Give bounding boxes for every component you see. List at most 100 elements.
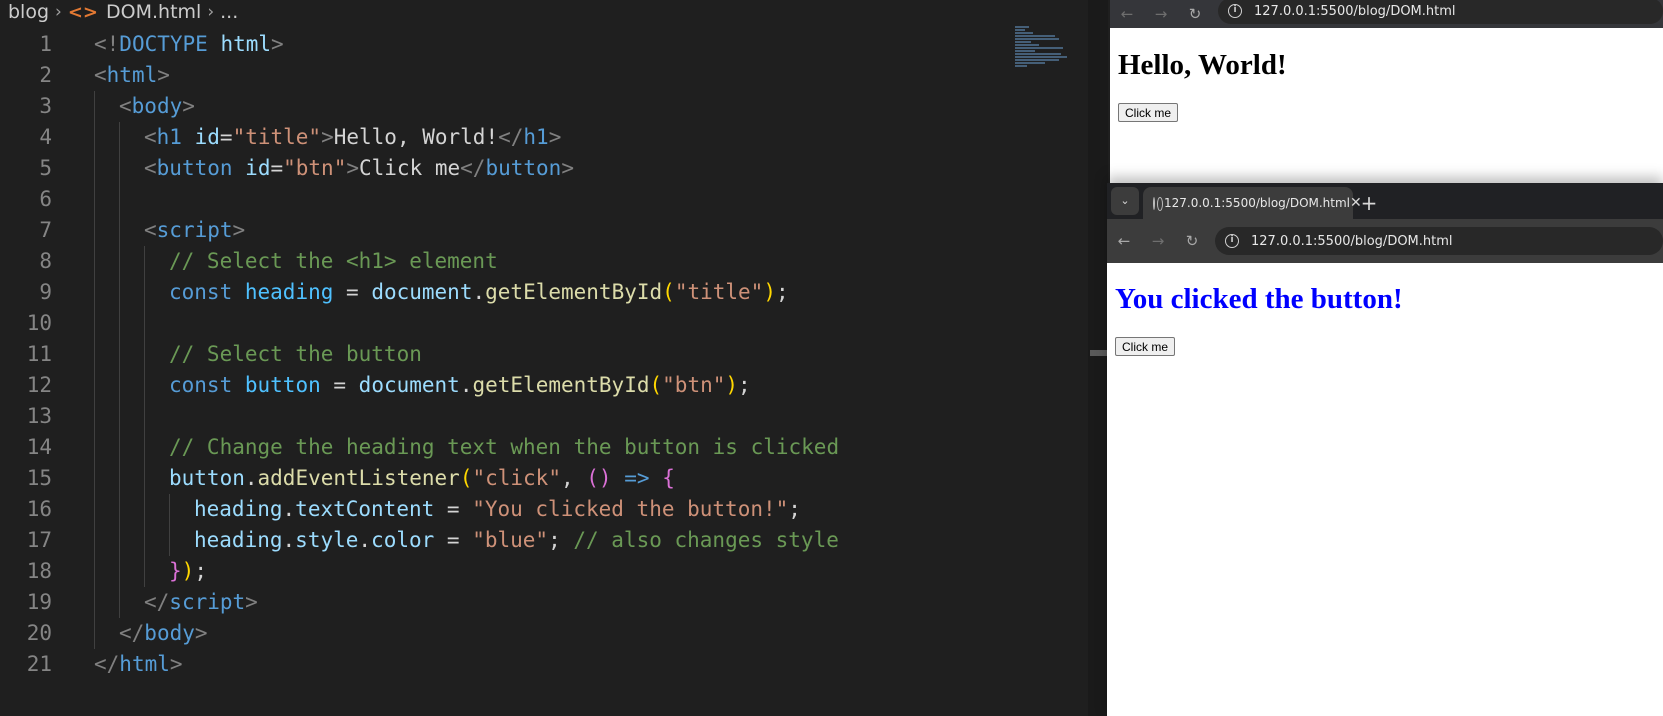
indent-guide xyxy=(119,463,120,494)
code-token: . xyxy=(282,497,296,521)
browser-toolbar: ← → ↻ i 127.0.0.1:5500/blog/DOM.html xyxy=(1107,219,1663,263)
address-bar[interactable]: i 127.0.0.1:5500/blog/DOM.html xyxy=(1215,227,1663,255)
code-token: < xyxy=(119,94,132,118)
reload-icon[interactable]: ↻ xyxy=(1178,5,1212,23)
code-token: . xyxy=(358,528,372,552)
minimap[interactable] xyxy=(1015,26,1075,70)
code-line[interactable]: 14 // Change the heading text when the bu… xyxy=(0,432,1080,463)
indent-guide xyxy=(94,277,95,308)
code-token: const xyxy=(169,280,233,304)
indent-guide xyxy=(169,525,170,556)
line-number: 17 xyxy=(26,528,52,552)
editor-scrollbar-thumb[interactable] xyxy=(1090,350,1108,356)
code-line[interactable]: 11 // Select the button xyxy=(0,339,1080,370)
code-line[interactable]: 10 xyxy=(0,308,1080,339)
code-token: ; xyxy=(788,497,801,521)
code-line[interactable]: 17 heading.style.color = "blue"; // also … xyxy=(0,525,1080,556)
code-token: . xyxy=(244,466,258,490)
line-number: 4 xyxy=(39,125,52,149)
indent-guide xyxy=(119,370,120,401)
code-token: html xyxy=(106,63,158,87)
code-line[interactable]: 19 </script> xyxy=(0,587,1080,618)
code-line[interactable]: 15 button.addEventListener("click", () =>… xyxy=(0,463,1080,494)
code-token: > xyxy=(169,652,183,676)
code-token: { xyxy=(662,466,675,490)
indent-guide xyxy=(144,401,145,432)
browser-window-back[interactable]: ← → ↻ i 127.0.0.1:5500/blog/DOM.html Hel… xyxy=(1110,0,1663,190)
indent-guide xyxy=(144,525,145,556)
code-line[interactable]: 18}); xyxy=(0,556,1080,587)
tab-search-icon[interactable]: ⌄ xyxy=(1111,187,1139,215)
reload-icon[interactable]: ↻ xyxy=(1175,232,1209,250)
line-number: 10 xyxy=(26,311,52,335)
code-line[interactable]: 5 <button id="btn">Click me</button> xyxy=(0,153,1080,184)
code-line[interactable]: 4 <h1 id="title">Hello, World!</h1> xyxy=(0,122,1080,153)
code-token: > xyxy=(561,156,574,180)
line-number: 8 xyxy=(39,249,52,273)
code-token: ( xyxy=(649,373,663,397)
code-token: ( xyxy=(459,466,473,490)
line-number: 13 xyxy=(26,404,52,428)
code-line[interactable]: 3 <body> xyxy=(0,91,1080,122)
code-token: > xyxy=(182,94,195,118)
code-line[interactable]: 9 const heading = document.getElementById… xyxy=(0,277,1080,308)
code-line[interactable]: 6 xyxy=(0,184,1080,215)
code-token: . xyxy=(472,280,486,304)
browser-window-front[interactable]: ⌄ 127.0.0.1:5500/blog/DOM.html ✕ + ← → ↻… xyxy=(1107,183,1663,716)
code-line[interactable]: 13 xyxy=(0,401,1080,432)
code-token: ; xyxy=(738,373,751,397)
info-icon[interactable]: i xyxy=(1225,234,1239,248)
code-token: // Select the <h1> element xyxy=(169,249,498,273)
tab-dom-html[interactable]: 127.0.0.1:5500/blog/DOM.html ✕ xyxy=(1143,187,1362,219)
breadcrumb-file[interactable]: DOM.html xyxy=(106,1,201,23)
address-bar[interactable]: i 127.0.0.1:5500/blog/DOM.html xyxy=(1218,0,1663,24)
indent-guide xyxy=(94,184,95,215)
forward-icon[interactable]: → xyxy=(1141,232,1175,250)
line-number: 3 xyxy=(39,94,52,118)
indent-guide xyxy=(94,463,95,494)
new-tab-icon[interactable]: + xyxy=(1353,187,1385,219)
indent-guide xyxy=(94,215,95,246)
indent-guide xyxy=(94,370,95,401)
code-token: } xyxy=(169,559,182,583)
code-line[interactable]: 21 </html> xyxy=(0,649,1080,680)
code-line[interactable]: 20 </body> xyxy=(0,618,1080,649)
code-editor[interactable]: blog › <> DOM.html › ... 1 <!DOCTYPE html… xyxy=(0,0,1108,716)
code-token: "blue" xyxy=(472,528,549,552)
breadcrumb-folder[interactable]: blog xyxy=(8,1,49,23)
forward-icon[interactable]: → xyxy=(1144,5,1178,23)
back-icon[interactable]: ← xyxy=(1107,232,1141,250)
code-token: = xyxy=(434,497,473,521)
breadcrumb-symbols[interactable]: ... xyxy=(220,1,238,23)
back-icon[interactable]: ← xyxy=(1110,5,1144,23)
indent-guide xyxy=(119,277,120,308)
indent-guide xyxy=(94,246,95,277)
code-line[interactable]: 7 <script> xyxy=(0,215,1080,246)
click-me-button[interactable]: Click me xyxy=(1115,337,1176,356)
code-text: <!DOCTYPE html> xyxy=(94,29,284,60)
editor-scrollbar[interactable] xyxy=(1088,0,1108,716)
code-line[interactable]: 1 <!DOCTYPE html> xyxy=(0,29,1080,60)
click-me-button[interactable]: Click me xyxy=(1118,103,1179,122)
indent-guide xyxy=(119,339,120,370)
code-line[interactable]: 16 heading.textContent = "You clicked the… xyxy=(0,494,1080,525)
code-line[interactable]: 8 // Select the <h1> element xyxy=(0,246,1080,277)
code-lines[interactable]: 1 <!DOCTYPE html> 2 <html> 3 <body> 4 <h1 id="t… xyxy=(0,29,1080,680)
code-token: < xyxy=(94,63,107,87)
code-text: </script> xyxy=(144,587,258,618)
code-token: body xyxy=(131,94,183,118)
info-icon[interactable]: i xyxy=(1228,4,1242,18)
code-token: button xyxy=(169,466,245,490)
indent-guide xyxy=(94,432,95,463)
code-token: button xyxy=(485,156,562,180)
code-line[interactable]: 2 <html> xyxy=(0,60,1080,91)
code-text: const button = document.getElementById("… xyxy=(169,370,751,401)
code-token: > xyxy=(157,63,170,87)
indent-guide xyxy=(94,556,95,587)
code-token: document xyxy=(371,280,473,304)
code-line[interactable]: 12 const button = document.getElementById… xyxy=(0,370,1080,401)
